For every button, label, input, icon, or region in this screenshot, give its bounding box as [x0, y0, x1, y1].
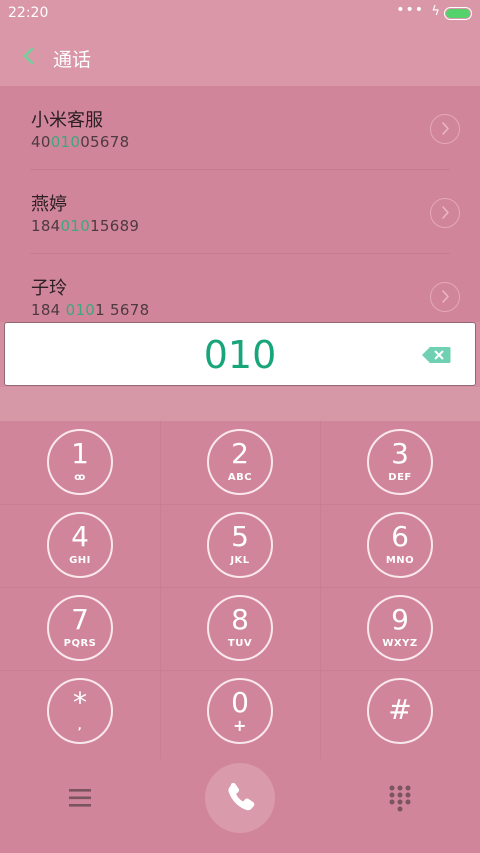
key-7[interactable]: 7 PQRS — [0, 587, 160, 667]
menu-icon[interactable] — [66, 785, 94, 811]
contact-name: 子玲 — [31, 278, 67, 299]
key-letters: JKL — [230, 555, 250, 566]
key-digit: 7 — [71, 603, 89, 636]
key-digit: 9 — [391, 603, 409, 636]
key-circle: 9 WXYZ — [367, 595, 433, 661]
key-hash[interactable]: # — [320, 670, 480, 750]
key-letters: , — [77, 721, 83, 732]
divider-band — [0, 387, 480, 421]
contact-name: 燕婷 — [31, 194, 67, 215]
app-header: 通话 — [0, 28, 480, 86]
key-digit: 0 — [231, 686, 249, 719]
contact-result-list: 小米客服 4001005678 燕婷 18401015689 子玲 184 01… — [0, 86, 480, 322]
key-circle: 2 ABC — [207, 429, 273, 495]
key-digit: # — [388, 693, 412, 726]
contact-detail-button[interactable] — [430, 114, 460, 144]
key-circle: 6 MNO — [367, 512, 433, 578]
key-letters: MNO — [385, 555, 415, 566]
battery-icon — [444, 7, 472, 20]
dialpad-icon[interactable] — [386, 783, 414, 813]
key-circle: # — [367, 678, 433, 744]
key-circle: 1 ꝏ — [47, 429, 113, 495]
contact-row[interactable]: 燕婷 18401015689 — [0, 170, 480, 254]
key-circle: 4 GHI — [47, 512, 113, 578]
chevron-right-icon — [441, 206, 449, 219]
dialed-number: 010 — [203, 333, 277, 377]
key-letters: TUV — [227, 638, 253, 649]
key-letters: ABC — [227, 472, 253, 483]
key-6[interactable]: 6 MNO — [320, 504, 480, 584]
key-digit: * — [73, 686, 87, 719]
key-circle: 5 JKL — [207, 512, 273, 578]
key-5[interactable]: 5 JKL — [160, 504, 320, 584]
dialpad: 1 ꝏ 2 ABC 3 DEF 4 GHI 5 JKL 6 MNO 7 PQRS… — [0, 421, 480, 759]
chevron-right-icon — [441, 290, 449, 303]
key-4[interactable]: 4 GHI — [0, 504, 160, 584]
key-1[interactable]: 1 ꝏ — [0, 421, 160, 501]
status-bar: 22:20 ••• ϟ — [0, 0, 480, 28]
key-letters: + — [233, 716, 247, 735]
backspace-icon[interactable] — [421, 346, 451, 364]
key-circle: 7 PQRS — [47, 595, 113, 661]
bottom-action-bar — [0, 759, 480, 853]
key-digit: 5 — [231, 520, 249, 553]
key-letters: DEF — [388, 472, 412, 483]
key-8[interactable]: 8 TUV — [160, 587, 320, 667]
key-2[interactable]: 2 ABC — [160, 421, 320, 501]
contact-row[interactable]: 子玲 184 0101 5678 — [0, 254, 480, 322]
key-circle: 8 TUV — [207, 595, 273, 661]
contact-number: 184 0101 5678 — [31, 301, 150, 319]
key-star[interactable]: * , — [0, 670, 160, 750]
key-circle: 0 + — [207, 678, 273, 744]
voicemail-icon: ꝏ — [74, 472, 86, 483]
key-circle: 3 DEF — [367, 429, 433, 495]
charging-icon: ϟ — [431, 4, 440, 19]
key-digit: 4 — [71, 520, 89, 553]
contact-detail-button[interactable] — [430, 282, 460, 312]
contact-name: 小米客服 — [31, 110, 103, 131]
key-digit: 6 — [391, 520, 409, 553]
contact-number: 4001005678 — [31, 133, 130, 151]
call-button[interactable] — [205, 763, 275, 833]
chevron-right-icon — [441, 122, 449, 135]
key-letters: PQRS — [63, 638, 97, 649]
page-title: 通话 — [53, 49, 92, 71]
key-letters: WXYZ — [382, 638, 418, 649]
key-9[interactable]: 9 WXYZ — [320, 587, 480, 667]
contact-detail-button[interactable] — [430, 198, 460, 228]
key-3[interactable]: 3 DEF — [320, 421, 480, 501]
key-circle: * , — [47, 678, 113, 744]
chevron-left-icon[interactable] — [16, 40, 44, 72]
key-0[interactable]: 0 + — [160, 670, 320, 750]
more-dots-icon: ••• — [396, 2, 424, 18]
key-digit: 8 — [231, 603, 249, 636]
contact-number: 18401015689 — [31, 217, 140, 235]
key-digit: 3 — [391, 437, 409, 470]
key-digit: 2 — [231, 437, 249, 470]
back-button[interactable] — [16, 40, 44, 72]
dial-number-field[interactable]: 010 — [4, 322, 476, 386]
status-time: 22:20 — [8, 5, 49, 21]
key-letters: GHI — [69, 555, 91, 566]
phone-icon — [228, 782, 255, 811]
key-digit: 1 — [71, 437, 89, 470]
contact-row[interactable]: 小米客服 4001005678 — [0, 86, 480, 170]
